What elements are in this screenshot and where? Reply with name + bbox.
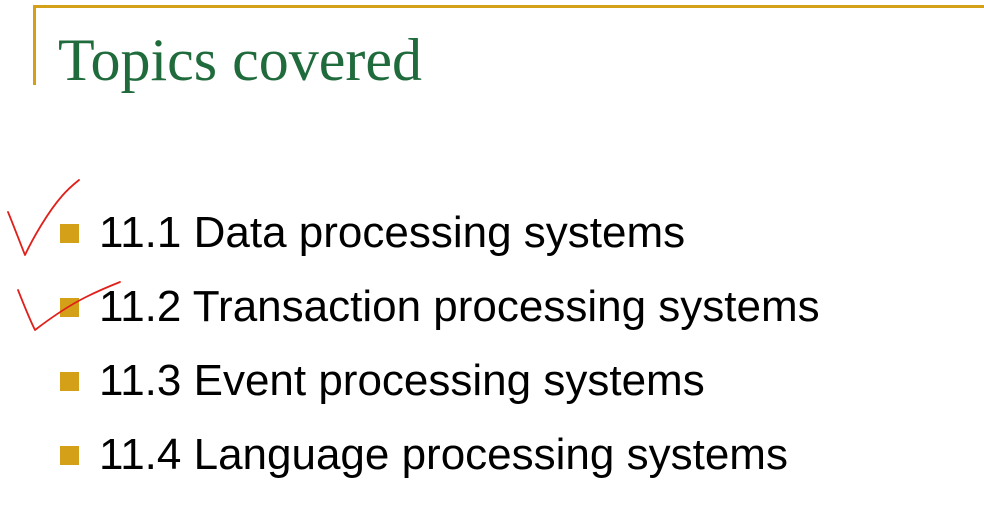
- title-left-rule: [33, 5, 36, 85]
- title-top-rule: [33, 5, 984, 8]
- topics-list: 11.1 Data processing systems 11.2 Transa…: [60, 196, 820, 492]
- list-item: 11.4 Language processing systems: [60, 418, 820, 492]
- list-item: 11.3 Event processing systems: [60, 344, 820, 418]
- topic-label: 11.4 Language processing systems: [99, 430, 788, 479]
- topic-label: 11.2 Transaction processing systems: [99, 282, 820, 331]
- bullet-square-icon: [60, 223, 79, 243]
- topic-label: 11.1 Data processing systems: [99, 208, 686, 257]
- list-item: 11.1 Data processing systems: [60, 196, 820, 270]
- topic-label: 11.3 Event processing systems: [99, 356, 705, 405]
- bullet-square-icon: [60, 371, 79, 391]
- list-item: 11.2 Transaction processing systems: [60, 270, 820, 344]
- bullet-square-icon: [60, 445, 79, 465]
- slide: Topics covered 11.1 Data processing syst…: [0, 0, 984, 527]
- bullet-square-icon: [60, 297, 79, 317]
- slide-title: Topics covered: [58, 27, 422, 93]
